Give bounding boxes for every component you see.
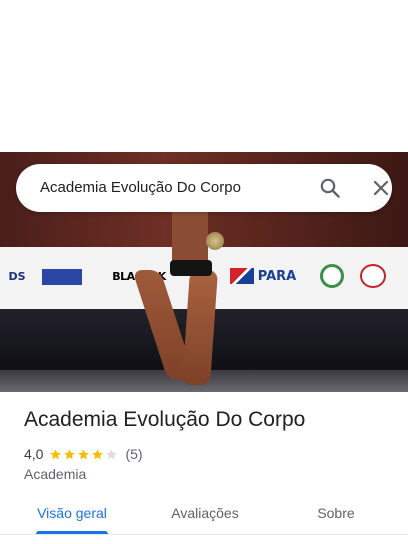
sponsor-logo-ds: DS [8, 269, 26, 283]
review-count[interactable]: (5) [125, 446, 142, 462]
close-icon[interactable] [369, 176, 393, 200]
tab-overview[interactable]: Visão geral [22, 496, 122, 536]
sponsor-logo-blue [42, 269, 82, 285]
place-tabs: Visão geral Avaliações Sobre [0, 496, 408, 544]
para-flag-icon [229, 268, 254, 284]
search-bar[interactable]: Academia Evolução Do Corpo [16, 164, 392, 212]
medal-icon [206, 232, 224, 250]
star-icon [106, 448, 118, 459]
search-icon[interactable] [318, 176, 342, 200]
athlete-figure [132, 200, 224, 390]
rating-value: 4,0 [24, 446, 44, 462]
tab-divider [0, 534, 408, 535]
place-title: Academia Evolução Do Corpo [24, 408, 306, 431]
tab-about[interactable]: Sobre [286, 496, 386, 536]
sponsor-logo-circle-green [320, 264, 344, 288]
sponsor-logo-para: PARA [228, 264, 298, 288]
sponsor-logo-para-text: PARA [257, 268, 297, 284]
place-category[interactable]: Academia [24, 466, 86, 482]
rating-row[interactable]: 4,0 (5) [24, 445, 143, 463]
star-icon [78, 448, 90, 459]
star-icon [50, 448, 62, 459]
tab-reviews[interactable]: Avaliações [155, 496, 255, 536]
sponsor-logo-circle-red [360, 264, 386, 288]
star-icon [64, 448, 76, 459]
star-icon [92, 448, 104, 459]
athlete-leg-right [181, 270, 219, 385]
star-rating [49, 448, 119, 461]
athlete-suit [170, 260, 212, 276]
search-input[interactable]: Academia Evolução Do Corpo [40, 164, 241, 212]
